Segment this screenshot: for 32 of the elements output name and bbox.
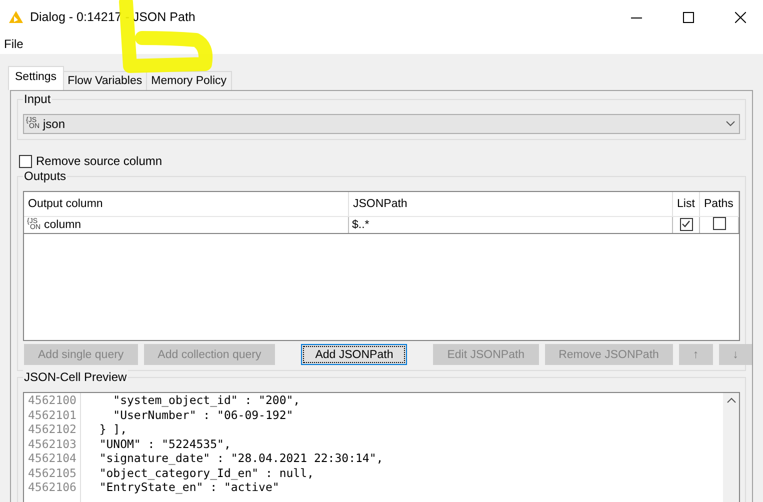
group-title: Input [23, 92, 52, 106]
warning-triangle-icon [8, 10, 24, 24]
line-number: 4562106 [28, 480, 76, 494]
checkbox[interactable] [19, 154, 32, 168]
line-number: 4562105 [28, 466, 76, 480]
line-number: 4562100 [28, 393, 76, 408]
action-button[interactable]: Add JSONPath [301, 344, 408, 365]
scroll-up-icon[interactable] [726, 397, 736, 403]
checkbox[interactable] [680, 218, 692, 231]
checkbox-label: Remove source column [36, 154, 162, 168]
code-line: "system_object_id" : "200", [112, 393, 302, 408]
code-line: } ], [98, 422, 128, 436]
line-number: 4562101 [28, 408, 76, 422]
code-line: "object_category_Id_en" : null, [98, 466, 315, 480]
table-cell: $..* [348, 216, 672, 234]
tab[interactable]: Settings [8, 66, 64, 90]
group-title: JSON-Cell Preview [23, 370, 128, 384]
group-title: Outputs [23, 169, 68, 183]
code-line: "UNOM" : "5224535", [98, 436, 232, 451]
code-line: "signature_date" : "28.04.2021 22:30:14", [98, 451, 384, 466]
column-header[interactable]: Paths [700, 192, 738, 216]
column-header[interactable]: Output column [24, 192, 348, 216]
code-line: "UserNumber" : "06-09-192" [112, 408, 294, 422]
column-header[interactable]: List [672, 192, 700, 216]
line-number: 4562103 [28, 436, 76, 451]
line-number: 4562104 [28, 451, 76, 466]
line-number: 4562102 [28, 422, 76, 436]
chevron-down-icon [726, 121, 735, 127]
menu-item[interactable]: File [3, 37, 24, 51]
code-line: "EntryState_en" : "active" [98, 480, 280, 494]
column-header[interactable]: JSONPath [348, 192, 672, 216]
checkbox[interactable] [712, 217, 726, 230]
